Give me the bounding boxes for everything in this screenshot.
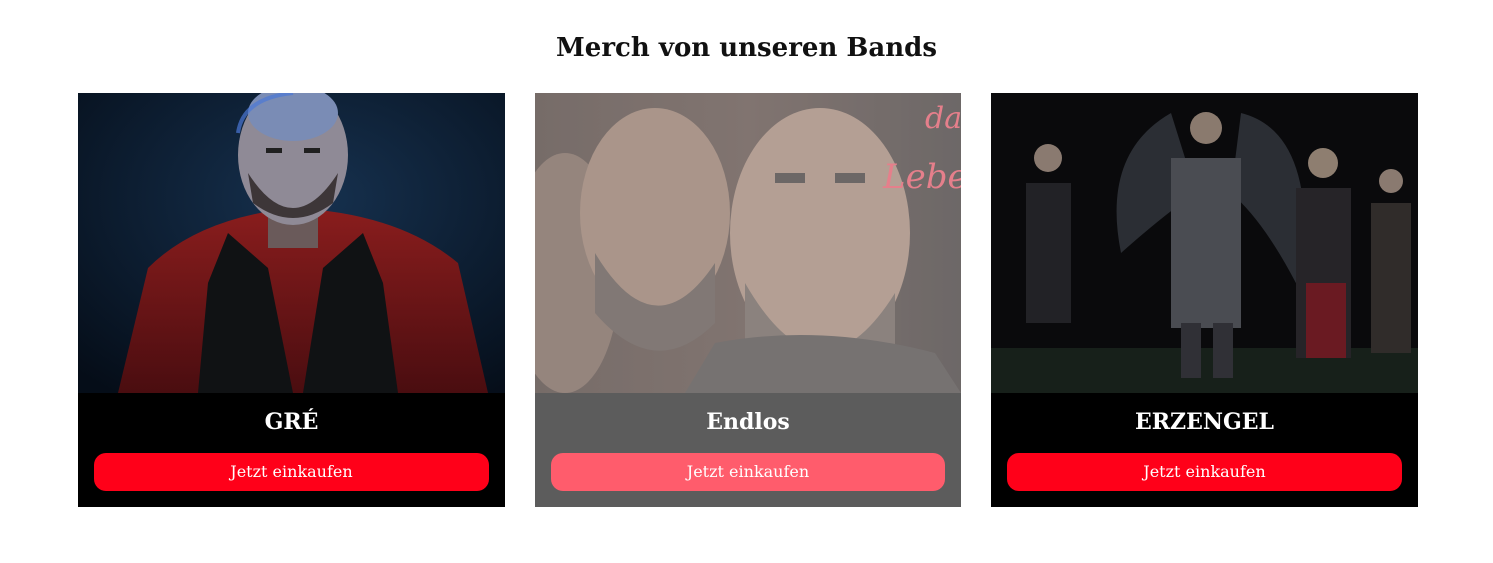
band-card-gre[interactable]: GRÉ Jetzt einkaufen (78, 93, 505, 507)
band-image[interactable] (991, 93, 1418, 393)
band-card-endlos[interactable]: da Lebe Endlos Jetzt einkaufen (535, 93, 961, 507)
band-card-erzengel[interactable]: ERZENGEL Jetzt einkaufen (991, 93, 1418, 507)
svg-text:Lebe: Lebe (882, 157, 961, 197)
band-name: Endlos (706, 409, 790, 435)
shop-now-button[interactable]: Jetzt einkaufen (94, 453, 489, 491)
band-name: GRÉ (264, 409, 319, 435)
band-name: ERZENGEL (1134, 409, 1274, 435)
band-image[interactable] (78, 93, 505, 393)
band-image[interactable]: da Lebe (535, 93, 961, 393)
shop-now-button[interactable]: Jetzt einkaufen (1007, 453, 1402, 491)
shop-now-button[interactable]: Jetzt einkaufen (551, 453, 945, 491)
section-title: Merch von unseren Bands (556, 33, 937, 63)
merch-section: Merch von unseren Bands GRÉ Jetzt einkau… (0, 0, 1493, 563)
svg-text:da: da (925, 101, 961, 136)
